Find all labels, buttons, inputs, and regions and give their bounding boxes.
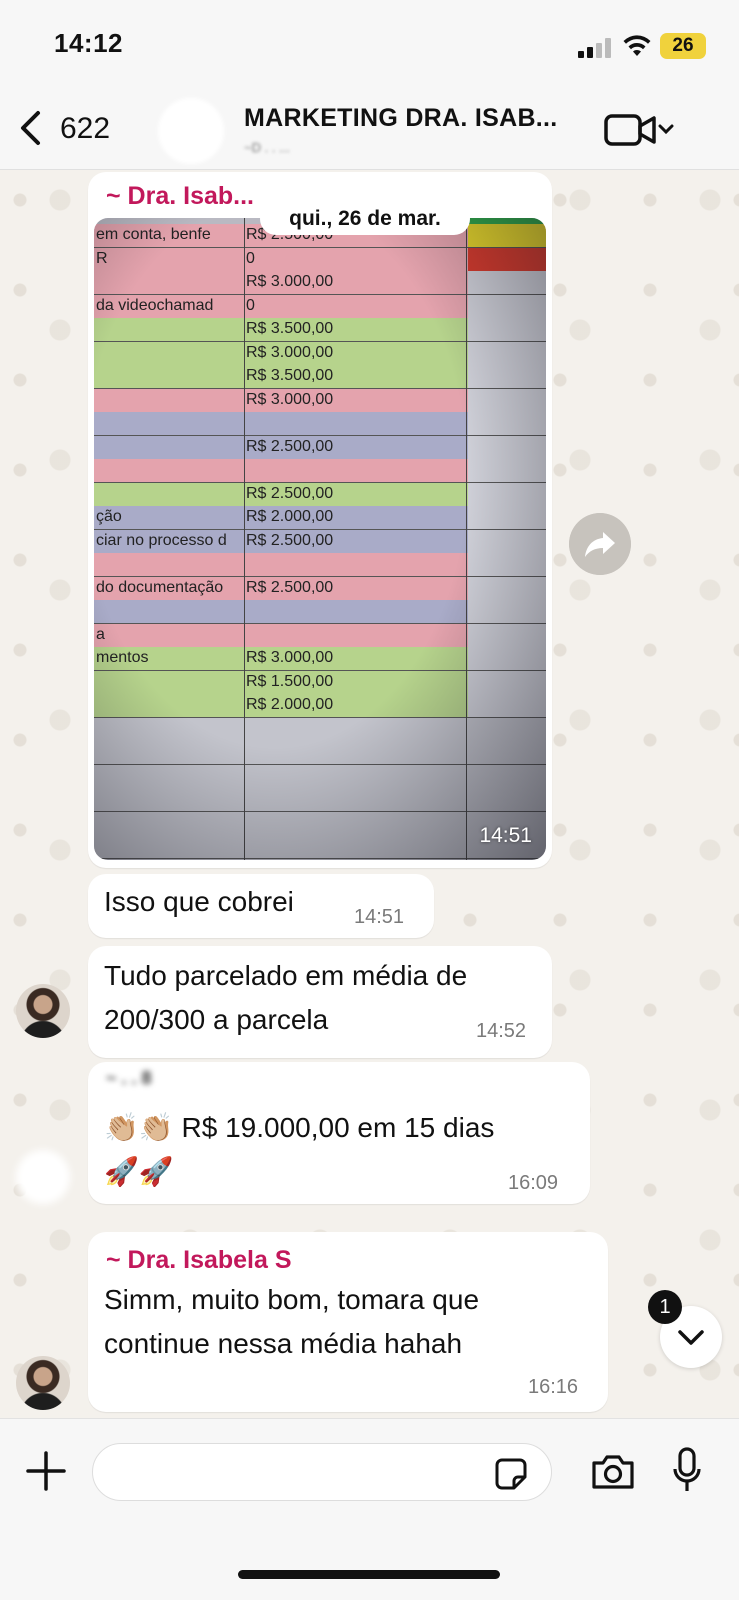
sender-name: ~ Dra. Isabela S [106, 1246, 292, 1274]
chat-subtitle[interactable]: ~D . . ... [244, 140, 559, 154]
message-bubble[interactable]: Isso que cobrei 14:51 [88, 874, 434, 938]
chat-header: 622 MARKETING DRA. ISAB... ~D . . ... [0, 92, 739, 170]
message-emoji: 🚀🚀 [104, 1156, 174, 1187]
back-unread-count[interactable]: 622 [60, 112, 110, 146]
group-avatar[interactable] [158, 98, 224, 164]
message-input[interactable] [92, 1443, 552, 1501]
video-camera-icon[interactable] [604, 112, 676, 148]
plus-icon[interactable] [26, 1451, 66, 1491]
message-time: 16:09 [508, 1172, 559, 1194]
message-bubble[interactable]: ~ . . 8 👏🏼👏🏼 R$ 19.000,00 em 15 dias 🚀🚀 … [88, 1062, 590, 1204]
sender-avatar[interactable] [16, 984, 70, 1038]
status-bar: 14:12 26 [0, 0, 739, 92]
chevron-left-icon[interactable] [18, 110, 42, 146]
message-text: Simm, muito bom, tomara que continue nes… [104, 1284, 480, 1359]
camera-icon[interactable] [590, 1453, 636, 1491]
unread-badge: 1 [648, 1290, 682, 1324]
status-time: 14:12 [54, 28, 123, 58]
message-time: 14:51 [354, 906, 405, 928]
sticker-icon[interactable] [494, 1457, 528, 1491]
microphone-icon[interactable] [672, 1447, 702, 1495]
spreadsheet-photo[interactable]: em conta, benfeR$ 2.500,00R0R$ 3.000,00d… [94, 218, 546, 860]
sender-avatar[interactable] [16, 1356, 70, 1410]
message-text: Isso que cobrei [104, 886, 294, 917]
message-bubble[interactable]: ~ Dra. Isabela S Simm, muito bom, tomara… [88, 1232, 608, 1412]
message-time: 14:51 [479, 824, 532, 847]
forward-arrow-icon[interactable] [569, 513, 631, 575]
home-indicator [238, 1570, 500, 1579]
chat-title[interactable]: MARKETING DRA. ISAB... [244, 104, 558, 133]
cellular-signal-icon [578, 36, 614, 58]
message-time: 16:16 [528, 1376, 579, 1398]
wifi-icon [623, 35, 651, 56]
sender-avatar[interactable] [16, 1150, 70, 1204]
message-time: 14:52 [476, 1020, 527, 1042]
message-text: 👏🏼👏🏼 R$ 19.000,00 em 15 dias [104, 1112, 495, 1143]
date-chip: qui., 26 de mar. [260, 203, 470, 235]
battery-indicator: 26 [660, 33, 706, 59]
message-bubble[interactable]: Tudo parcelado em média de 200/300 a par… [88, 946, 552, 1058]
sender-name: ~ Dra. Isab... [106, 182, 254, 210]
photo-vignette [94, 218, 546, 860]
sender-name: ~ . . 8 [106, 1068, 152, 1088]
